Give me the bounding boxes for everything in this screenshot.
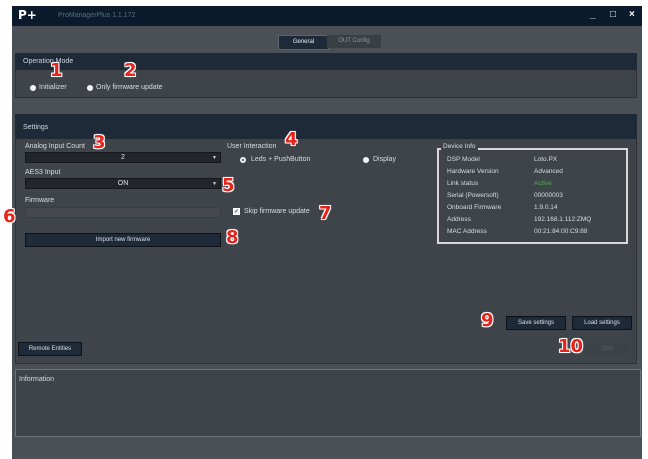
display-label: Display	[373, 156, 396, 163]
analog-input-count-value: 2	[121, 154, 125, 161]
device-info-key: Address	[447, 216, 471, 223]
operation-mode-header: Operation Mode	[15, 53, 637, 70]
initializer-label: Initializer	[39, 84, 67, 91]
device-info-value: Loto.PX	[534, 156, 558, 163]
start-button[interactable]: Start	[585, 342, 629, 356]
close-button[interactable]: ×	[629, 9, 635, 20]
tab-out-config[interactable]: OUT Config	[327, 35, 381, 48]
tab-general[interactable]: General	[278, 35, 329, 50]
callout-3: 3	[93, 132, 106, 153]
callout-10: 10	[558, 336, 584, 357]
user-interaction-label: User Interaction	[227, 143, 277, 150]
chevron-down-icon: ▼	[212, 181, 217, 187]
leds-pushbutton-radio[interactable]	[240, 157, 246, 163]
only-firmware-update-label: Only firmware update	[96, 84, 163, 91]
callout-6: 6	[3, 206, 16, 227]
load-settings-button[interactable]: Load settings	[572, 316, 632, 330]
remote-entities-button[interactable]: Remote Entities	[18, 342, 82, 356]
callout-9: 9	[481, 310, 494, 331]
device-info-value: 00:21:84:00:C9:88	[534, 228, 588, 235]
callout-2: 2	[124, 60, 137, 81]
information-title: Information	[19, 376, 55, 383]
callout-4: 4	[285, 129, 298, 150]
device-info-key: Onboard Firmware	[447, 204, 502, 211]
aes3-input-label: AES3 Input	[25, 169, 61, 176]
leds-pushbutton-label: Leds + PushButton	[251, 156, 311, 163]
device-info-value: 1.9.0.14	[534, 204, 558, 211]
import-firmware-button[interactable]: Import new firmware	[25, 233, 221, 247]
settings-header: Settings	[15, 114, 637, 139]
firmware-field[interactable]	[25, 207, 221, 218]
minimize-button[interactable]: _	[590, 9, 596, 20]
only-firmware-update-radio[interactable]	[87, 85, 93, 91]
aes3-input-value: ON	[117, 180, 129, 187]
analog-input-count-select[interactable]: 2 ▼	[25, 152, 221, 163]
device-info-key: MAC Address	[447, 228, 487, 235]
device-info-value: 192.168.1.112:ZMQ	[534, 216, 592, 223]
skip-firmware-update-label: Skip firmware update	[244, 208, 310, 215]
app-logo: P+	[18, 8, 37, 22]
callout-5: 5	[222, 175, 235, 196]
chevron-down-icon: ▼	[212, 155, 217, 161]
skip-firmware-update-checkbox[interactable]: ✓	[233, 208, 240, 215]
link-status-value: Active	[534, 180, 552, 187]
window-title: ProManagerPlus 1.1.172	[58, 12, 136, 19]
display-radio[interactable]	[363, 157, 369, 163]
callout-8: 8	[226, 227, 239, 248]
device-info-title: Device Info	[441, 143, 478, 150]
maximize-button[interactable]: □	[610, 9, 616, 20]
information-panel	[15, 369, 641, 437]
device-info-key: Serial (Powersoft)	[447, 192, 499, 199]
aes3-input-select[interactable]: ON ▼	[25, 178, 221, 189]
save-settings-button[interactable]: Save settings	[506, 316, 566, 330]
device-info-key: Hardware Version	[447, 168, 499, 175]
callout-7: 7	[319, 203, 332, 224]
callout-1: 1	[50, 60, 63, 81]
device-info-key: DSP Model	[447, 156, 480, 163]
initializer-radio[interactable]	[30, 85, 36, 91]
device-info-value: 00000003	[534, 192, 563, 199]
device-info-value: Advanced	[534, 168, 563, 175]
device-info-key: Link status	[447, 180, 479, 187]
firmware-label: Firmware	[25, 197, 55, 204]
analog-input-count-label: Analog Input Count	[25, 143, 85, 150]
